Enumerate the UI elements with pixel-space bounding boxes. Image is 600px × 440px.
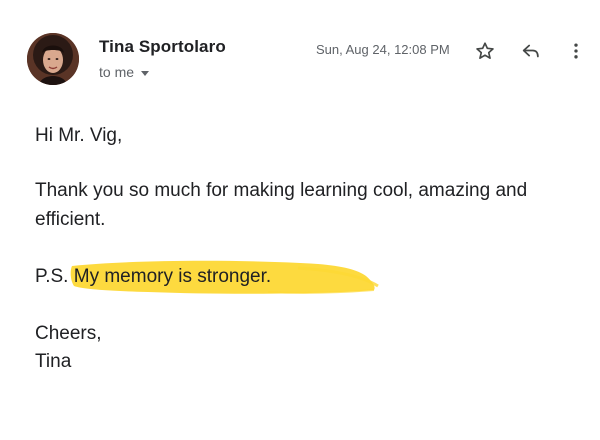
- postscript-line: P.S. My memory is stronger.: [35, 260, 379, 294]
- postscript-prefix: P.S.: [35, 266, 69, 287]
- avatar-photo: [27, 33, 79, 85]
- recipient-toggle[interactable]: to me: [99, 64, 150, 80]
- highlighted-text-content: My memory is stronger.: [73, 266, 272, 287]
- more-vertical-icon: [574, 43, 578, 59]
- more-options-button[interactable]: [563, 38, 589, 64]
- email-date: Sun, Aug 24, 12:08 PM: [316, 42, 450, 57]
- email-paragraph: Thank you so much for making learning co…: [35, 180, 528, 230]
- email-closing: Cheers,: [35, 323, 102, 344]
- star-button[interactable]: [472, 38, 498, 64]
- highlighted-text: My memory is stronger.: [70, 260, 379, 294]
- email-signature: Tina: [35, 351, 72, 372]
- reply-arrow-icon: [522, 44, 539, 58]
- sender-name: Tina Sportolaro: [99, 37, 226, 56]
- email-greeting: Hi Mr. Vig,: [35, 125, 123, 146]
- caret-down-icon: [141, 70, 150, 76]
- email-header: Tina Sportolaro to me Sun, Aug 24, 12:08…: [0, 0, 600, 100]
- star-outline-icon: [476, 42, 494, 59]
- recipient-label: to me: [99, 64, 135, 80]
- reply-button[interactable]: [518, 38, 544, 64]
- sender-avatar[interactable]: [27, 33, 79, 85]
